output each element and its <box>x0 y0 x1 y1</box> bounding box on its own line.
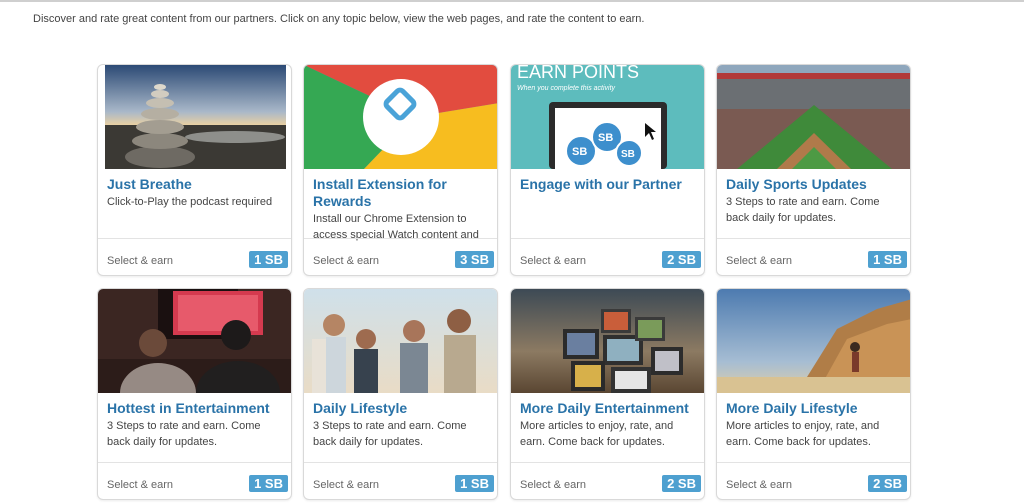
content-card[interactable]: More Daily Lifestyle More articles to en… <box>716 288 911 500</box>
sb-coin-label: SB <box>572 146 587 158</box>
earn-points-subline: When you complete this activity <box>517 85 616 92</box>
card-footer: Select & earn 1 SB <box>304 462 497 499</box>
card-title: Daily Sports Updates <box>726 176 867 192</box>
reward-badge: 1 SB <box>249 251 288 268</box>
card-footer: Select & earn 1 SB <box>98 462 291 499</box>
retro-tv-stack-image <box>511 289 704 393</box>
friends-laughing-outdoors-image <box>304 289 497 393</box>
content-card[interactable]: Hottest in Entertainment 3 Steps to rate… <box>97 288 292 500</box>
top-divider <box>0 0 1024 2</box>
stacked-stones-beach-image <box>105 65 286 169</box>
card-description: More articles to enjoy, rate, and earn. … <box>520 420 674 448</box>
select-earn-label[interactable]: Select & earn <box>107 479 173 491</box>
reward-badge: 1 SB <box>455 475 494 492</box>
card-footer: Select & earn 2 SB <box>511 462 704 499</box>
content-card[interactable]: More Daily Entertainment More articles t… <box>510 288 705 500</box>
select-earn-label[interactable]: Select & earn <box>726 255 792 267</box>
content-card[interactable]: Daily Sports Updates 3 Steps to rate and… <box>716 64 911 276</box>
intro-text: Discover and rate great content from our… <box>33 13 645 25</box>
content-card[interactable]: Install Extension for Rewards Install ou… <box>303 64 498 276</box>
card-title: More Daily Entertainment <box>520 400 689 416</box>
card-footer: Select & earn 1 SB <box>98 238 291 275</box>
card-footer: Select & earn 1 SB <box>717 238 910 275</box>
card-footer: Select & earn 2 SB <box>717 462 910 499</box>
sb-coin-label: SB <box>621 149 635 160</box>
select-earn-label[interactable]: Select & earn <box>726 479 792 491</box>
content-card[interactable]: Just Breathe Click-to-Play the podcast r… <box>97 64 292 276</box>
reward-badge: 3 SB <box>455 251 494 268</box>
select-earn-label[interactable]: Select & earn <box>520 479 586 491</box>
select-earn-label[interactable]: Select & earn <box>313 255 379 267</box>
select-earn-label[interactable]: Select & earn <box>313 479 379 491</box>
card-footer: Select & earn 3 SB <box>304 238 497 275</box>
content-card[interactable]: Daily Lifestyle 3 Steps to rate and earn… <box>303 288 498 500</box>
card-description: 3 Steps to rate and earn. Come back dail… <box>107 420 261 448</box>
reward-badge: 2 SB <box>868 475 907 492</box>
content-card[interactable]: EARN POINTS When you complete this activ… <box>510 64 705 276</box>
card-title: More Daily Lifestyle <box>726 400 858 416</box>
card-description <box>520 194 698 210</box>
select-earn-label[interactable]: Select & earn <box>107 255 173 267</box>
reward-badge: 2 SB <box>662 251 701 268</box>
sb-coin-label: SB <box>598 132 613 144</box>
select-earn-label[interactable]: Select & earn <box>520 255 586 267</box>
reward-badge: 1 SB <box>249 475 288 492</box>
swagbucks-chrome-logo-image <box>304 65 497 169</box>
card-footer: Select & earn 2 SB <box>511 238 704 275</box>
woman-on-beach-cliff-image <box>717 289 910 393</box>
card-title: Hottest in Entertainment <box>107 400 270 416</box>
card-description: Click-to-Play the podcast required <box>107 196 273 208</box>
earn-points-laptop-image: EARN POINTS When you complete this activ… <box>511 65 704 169</box>
card-description: More articles to enjoy, rate, and earn. … <box>726 420 880 448</box>
card-title: Engage with our Partner <box>520 176 682 192</box>
couple-watching-tv-image <box>98 289 291 393</box>
card-description: 3 Steps to rate and earn. Come back dail… <box>726 196 880 224</box>
baseball-stadium-image <box>717 65 910 169</box>
card-title: Just Breathe <box>107 176 192 192</box>
reward-badge: 1 SB <box>868 251 907 268</box>
reward-badge: 2 SB <box>662 475 701 492</box>
card-title: Daily Lifestyle <box>313 400 408 416</box>
card-description: 3 Steps to rate and earn. Come back dail… <box>313 420 467 448</box>
earn-points-headline: EARN POINTS <box>517 65 639 82</box>
card-title: Install Extension for Rewards <box>313 176 447 209</box>
